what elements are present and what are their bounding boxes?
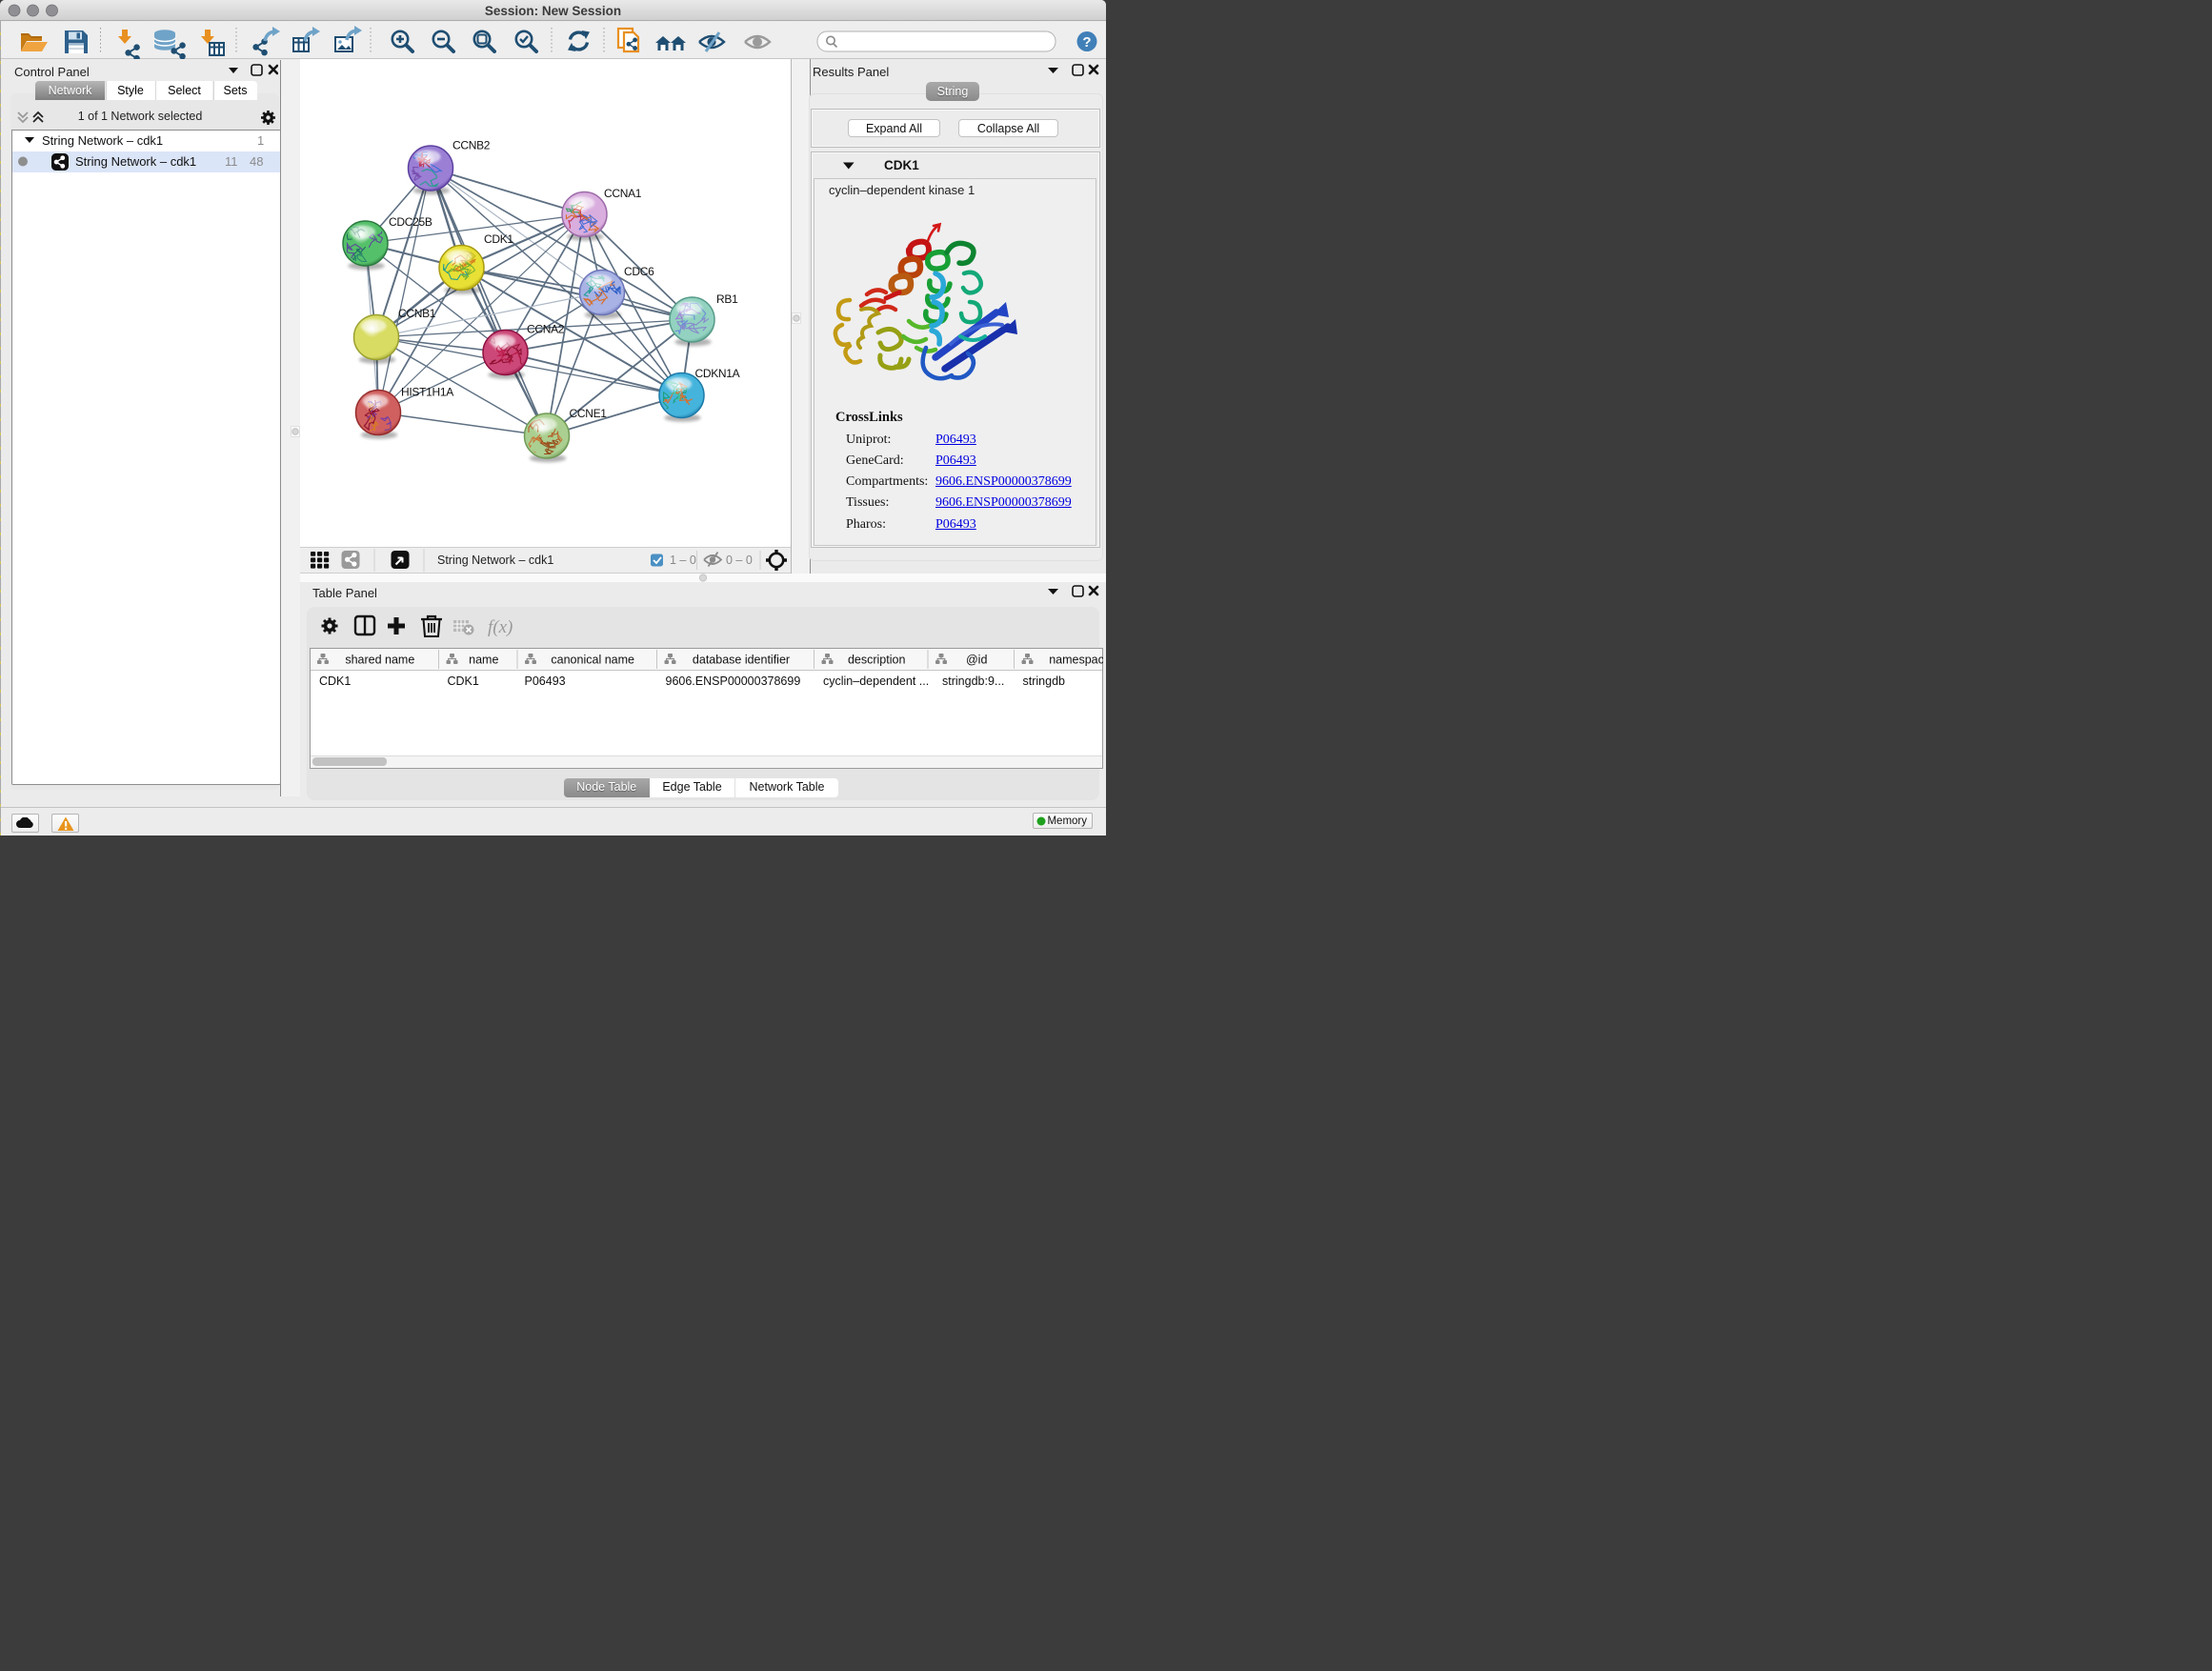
svg-text:0 – 0: 0 – 0 — [726, 554, 753, 567]
svg-text:database identifier: database identifier — [692, 654, 789, 667]
svg-text:canonical name: canonical name — [551, 654, 634, 667]
svg-text:String Network – cdk1: String Network – cdk1 — [437, 554, 553, 567]
svg-text:?: ? — [1082, 34, 1091, 50]
svg-text:CCNB1: CCNB1 — [398, 307, 436, 320]
svg-text:namespace: namespace — [1049, 654, 1103, 667]
svg-text:CCNE1: CCNE1 — [570, 407, 608, 420]
svg-text:RB1: RB1 — [716, 292, 738, 306]
svg-text:HIST1H1A: HIST1H1A — [401, 386, 453, 399]
svg-text:shared name: shared name — [345, 654, 414, 667]
svg-text:name: name — [469, 654, 498, 667]
svg-text:CCNA2: CCNA2 — [527, 323, 565, 336]
svg-text:CCNB2: CCNB2 — [452, 139, 491, 152]
svg-text:description: description — [847, 654, 904, 667]
svg-text:CDC6: CDC6 — [624, 265, 654, 278]
svg-text:CDKN1A: CDKN1A — [695, 367, 740, 380]
svg-text:CDC25B: CDC25B — [389, 215, 432, 229]
svg-text:@id: @id — [965, 654, 986, 667]
svg-text:1 – 0: 1 – 0 — [670, 554, 696, 567]
svg-text:CCNA1: CCNA1 — [604, 187, 642, 200]
svg-text:f(x): f(x) — [488, 617, 513, 637]
svg-text:CDK1: CDK1 — [484, 232, 513, 246]
